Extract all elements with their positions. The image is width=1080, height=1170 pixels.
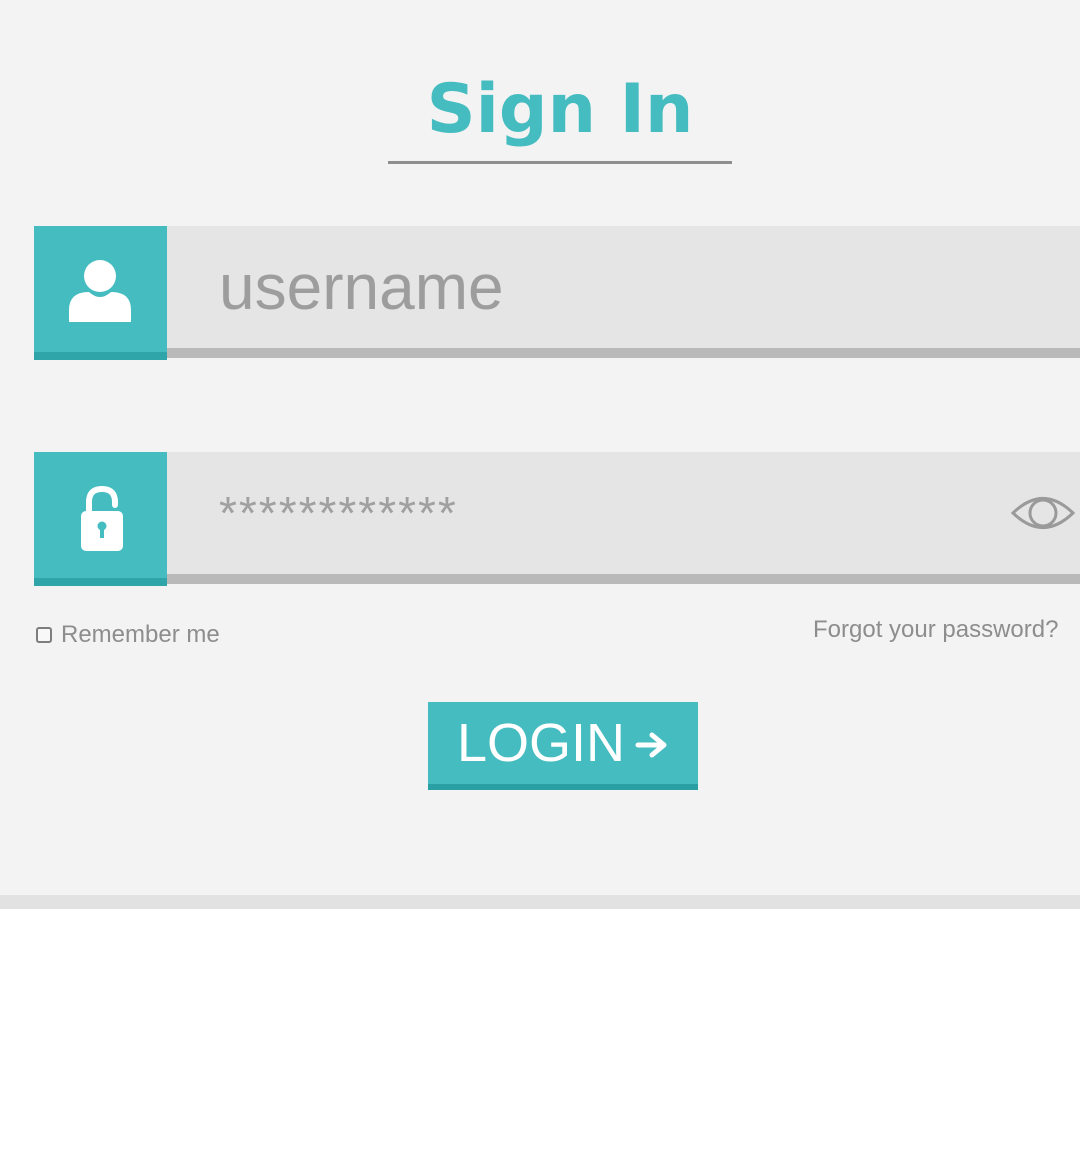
- password-field-group: [34, 452, 1080, 586]
- username-icon-box: [34, 226, 167, 360]
- lock-icon: [81, 486, 123, 551]
- username-input[interactable]: [167, 226, 1080, 358]
- checkbox-icon: [36, 627, 52, 643]
- arrow-right-icon: [635, 732, 667, 758]
- username-field-group: [34, 226, 1080, 360]
- login-button-label: LOGIN: [456, 713, 626, 773]
- user-icon: [69, 260, 131, 322]
- remember-me-label: Remember me: [61, 621, 220, 648]
- remember-me-checkbox[interactable]: Remember me: [36, 621, 220, 649]
- login-button[interactable]: LOGIN: [428, 702, 698, 790]
- sign-in-card: Sign In username ************ Remember m…: [0, 0, 1080, 909]
- title-underline: [388, 161, 732, 164]
- forgot-password-link[interactable]: Forgot your password?: [813, 616, 1058, 644]
- page-title: Sign In: [426, 70, 694, 149]
- eye-icon: [1010, 497, 1076, 529]
- password-input[interactable]: [167, 452, 1080, 584]
- show-password-button[interactable]: [1010, 488, 1076, 538]
- password-icon-box: [34, 452, 167, 586]
